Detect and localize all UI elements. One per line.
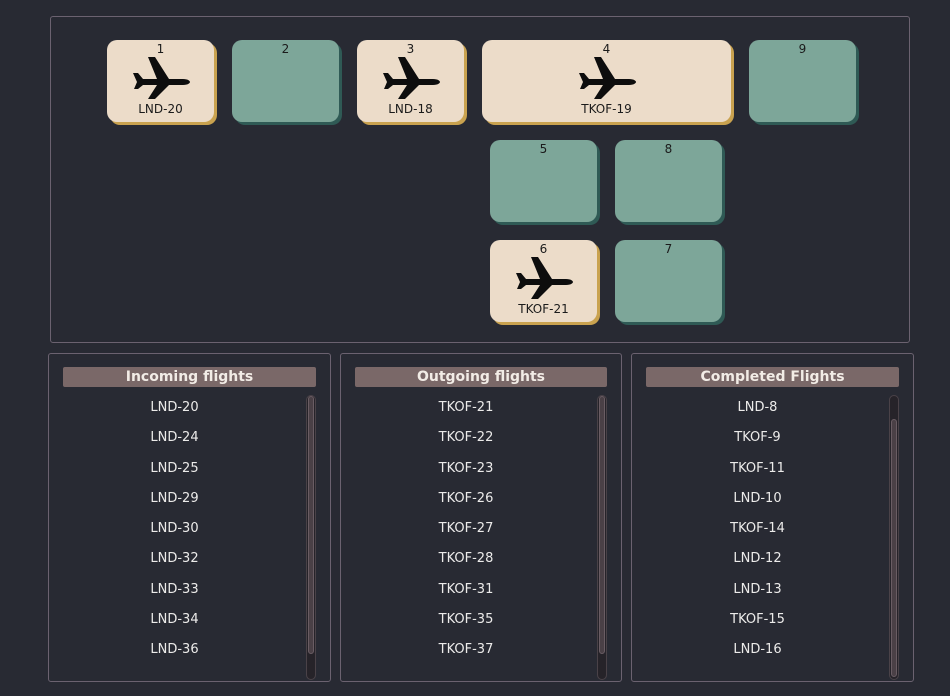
gate-8[interactable]: 8 bbox=[615, 140, 722, 222]
list-item[interactable]: TKOF-15 bbox=[632, 605, 883, 635]
panel-title: Outgoing flights bbox=[355, 367, 607, 387]
list-item[interactable]: TKOF-22 bbox=[341, 423, 591, 453]
flight-list: LND-8 TKOF-9 TKOF-11 LND-10 TKOF-14 LND-… bbox=[632, 400, 883, 666]
scrollbar[interactable] bbox=[597, 395, 607, 680]
gate-4[interactable]: 4 TKOF-19 bbox=[482, 40, 731, 122]
gate-flight-label: LND-18 bbox=[388, 102, 433, 116]
list-item[interactable]: LND-13 bbox=[632, 575, 883, 605]
list-item[interactable]: TKOF-21 bbox=[341, 393, 591, 423]
list-item[interactable]: LND-34 bbox=[49, 605, 300, 635]
gate-3[interactable]: 3 LND-18 bbox=[357, 40, 464, 122]
app-root: 1 LND-20 2 3 LND-18 4 TKOF-19 9 5 8 6 TK… bbox=[0, 0, 950, 696]
list-item[interactable]: TKOF-23 bbox=[341, 454, 591, 484]
scrollbar-thumb[interactable] bbox=[599, 396, 605, 654]
gate-9[interactable]: 9 bbox=[749, 40, 856, 122]
list-item[interactable]: LND-8 bbox=[632, 393, 883, 423]
list-item[interactable]: TKOF-14 bbox=[632, 514, 883, 544]
airplane-icon bbox=[514, 254, 574, 302]
list-item[interactable]: LND-36 bbox=[49, 635, 300, 665]
panel-title: Completed Flights bbox=[646, 367, 899, 387]
list-item[interactable]: LND-25 bbox=[49, 454, 300, 484]
outgoing-flights-panel: Outgoing flights TKOF-21 TKOF-22 TKOF-23… bbox=[340, 353, 622, 682]
airplane-icon bbox=[131, 54, 191, 102]
list-item[interactable]: LND-29 bbox=[49, 484, 300, 514]
list-item[interactable]: TKOF-9 bbox=[632, 423, 883, 453]
list-item[interactable]: TKOF-26 bbox=[341, 484, 591, 514]
gate-number: 8 bbox=[664, 142, 673, 156]
incoming-flights-panel: Incoming flights LND-20 LND-24 LND-25 LN… bbox=[48, 353, 331, 682]
scrollbar-thumb[interactable] bbox=[308, 396, 314, 654]
gate-number: 2 bbox=[281, 42, 290, 56]
list-item[interactable]: LND-12 bbox=[632, 544, 883, 574]
gate-6[interactable]: 6 TKOF-21 bbox=[490, 240, 597, 322]
scrollbar[interactable] bbox=[306, 395, 316, 680]
gate-7[interactable]: 7 bbox=[615, 240, 722, 322]
list-item[interactable]: TKOF-27 bbox=[341, 514, 591, 544]
list-item[interactable]: TKOF-35 bbox=[341, 605, 591, 635]
gate-number: 9 bbox=[798, 42, 807, 56]
gate-5[interactable]: 5 bbox=[490, 140, 597, 222]
completed-flights-panel: Completed Flights LND-8 TKOF-9 TKOF-11 L… bbox=[631, 353, 914, 682]
airport-map: 1 LND-20 2 3 LND-18 4 TKOF-19 9 5 8 6 TK… bbox=[50, 16, 910, 343]
list-item[interactable]: LND-30 bbox=[49, 514, 300, 544]
list-item[interactable]: LND-16 bbox=[632, 635, 883, 665]
list-item[interactable]: TKOF-37 bbox=[341, 635, 591, 665]
list-item[interactable]: LND-24 bbox=[49, 423, 300, 453]
gate-number: 5 bbox=[539, 142, 548, 156]
panel-title: Incoming flights bbox=[63, 367, 316, 387]
list-item[interactable]: LND-10 bbox=[632, 484, 883, 514]
list-item[interactable]: TKOF-31 bbox=[341, 575, 591, 605]
list-item[interactable]: LND-20 bbox=[49, 393, 300, 423]
scrollbar[interactable] bbox=[889, 395, 899, 680]
gate-number: 7 bbox=[664, 242, 673, 256]
flight-list: TKOF-21 TKOF-22 TKOF-23 TKOF-26 TKOF-27 … bbox=[341, 400, 591, 666]
airplane-icon bbox=[381, 54, 441, 102]
flight-list: LND-20 LND-24 LND-25 LND-29 LND-30 LND-3… bbox=[49, 400, 300, 666]
list-item[interactable]: TKOF-28 bbox=[341, 544, 591, 574]
airplane-icon bbox=[577, 54, 637, 102]
gate-2[interactable]: 2 bbox=[232, 40, 339, 122]
scrollbar-thumb[interactable] bbox=[891, 419, 897, 677]
list-item[interactable]: LND-32 bbox=[49, 544, 300, 574]
gate-flight-label: LND-20 bbox=[138, 102, 183, 116]
gate-flight-label: TKOF-21 bbox=[518, 302, 569, 316]
gate-1[interactable]: 1 LND-20 bbox=[107, 40, 214, 122]
gate-flight-label: TKOF-19 bbox=[581, 102, 632, 116]
list-item[interactable]: TKOF-11 bbox=[632, 454, 883, 484]
list-item[interactable]: LND-33 bbox=[49, 575, 300, 605]
